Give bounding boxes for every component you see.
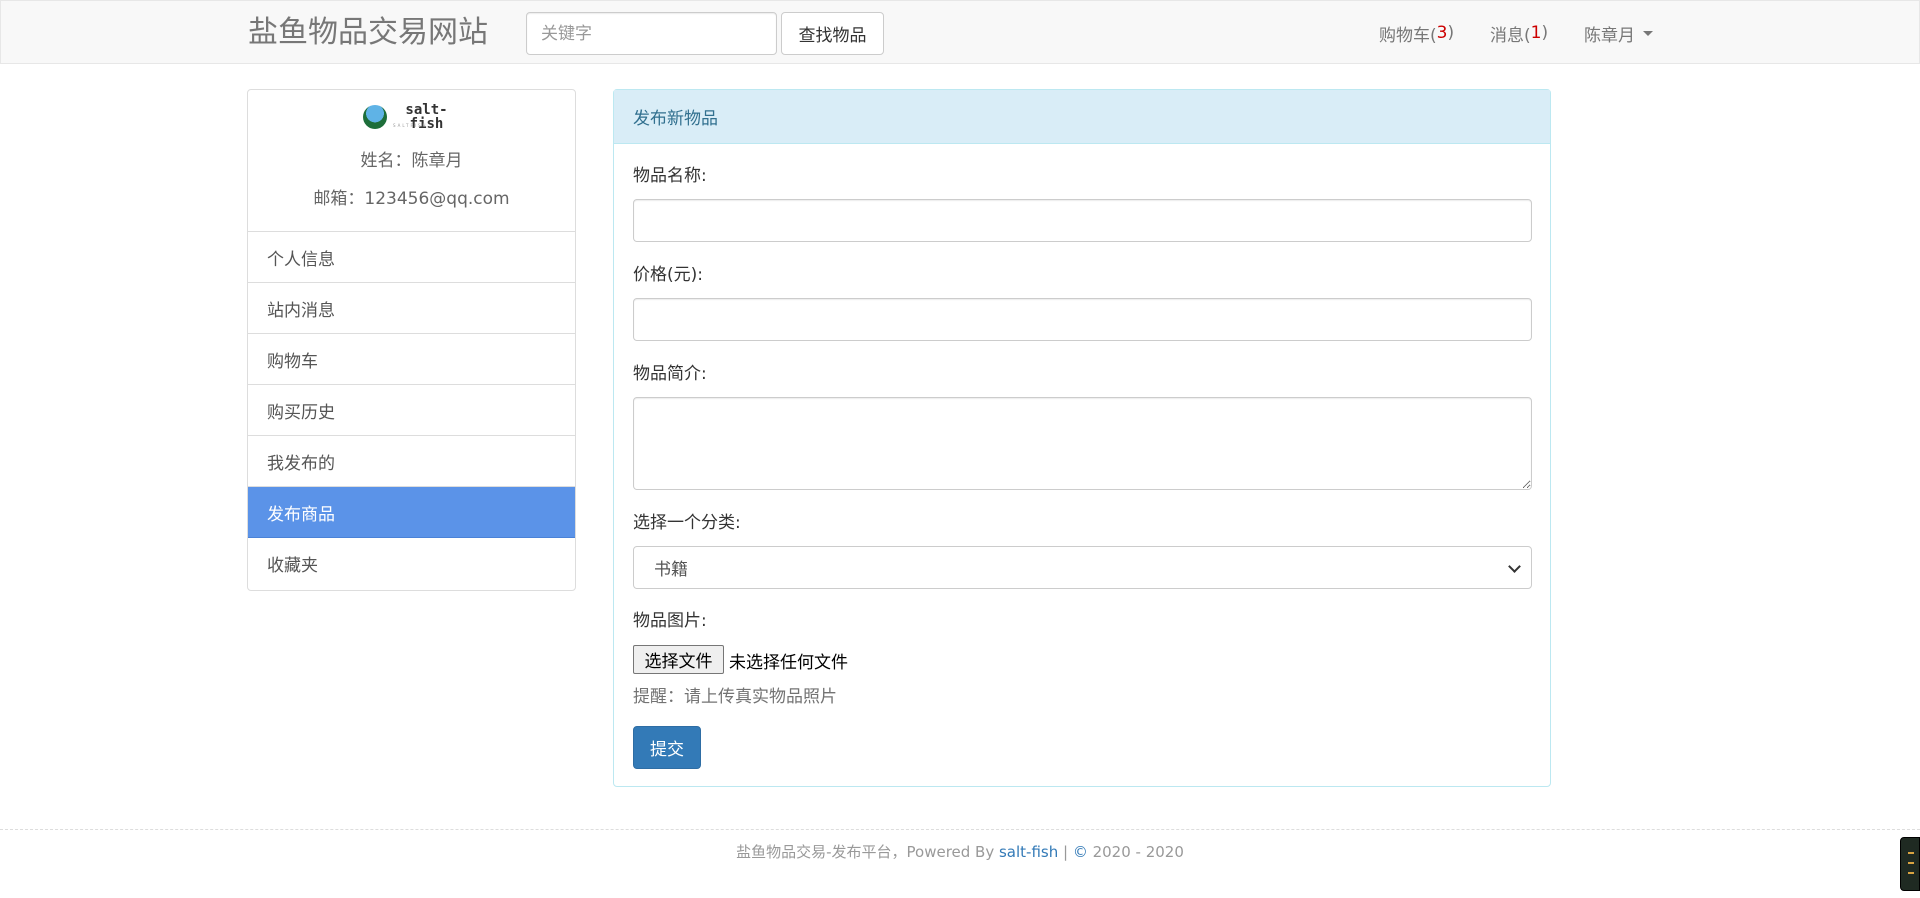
price-label: 价格(元): [633, 265, 703, 285]
footer: 盐鱼物品交易-发布平台，Powered By salt-fish | © 202… [0, 841, 1920, 862]
fish-logo-icon [363, 105, 387, 129]
footer-years: 2020 - 2020 [1087, 843, 1184, 861]
cart-label-close: ) [1447, 23, 1455, 43]
file-status-text: 未选择任何文件 [729, 653, 848, 673]
cart-label: 购物车( [1379, 25, 1437, 46]
category-label: 选择一个分类: [633, 513, 741, 533]
category-select[interactable]: 书籍 [633, 546, 1532, 589]
user-name: 陈章月 [1584, 25, 1635, 46]
footer-link[interactable]: salt-fish [999, 843, 1058, 861]
user-menu-dropdown[interactable]: 陈章月 [1584, 1, 1653, 65]
caret-down-icon [1643, 30, 1653, 36]
sidebar-item-cart[interactable]: 购物车 [248, 334, 575, 385]
top-navbar: 盐鱼物品交易网站 查找物品 购物车(3) 消息(1) 陈章月 [0, 0, 1920, 64]
footer-divider [0, 829, 1920, 830]
footer-separator: | [1058, 843, 1073, 861]
sidebar-item-publish[interactable]: 发布商品 [248, 487, 575, 538]
search-input[interactable] [526, 12, 777, 55]
cart-count-badge: 3 [1436, 23, 1448, 43]
description-label: 物品简介: [633, 364, 707, 384]
choose-file-button[interactable]: 选择文件 [633, 645, 724, 674]
price-input[interactable] [633, 298, 1532, 341]
nav-messages-link[interactable]: 消息(1) [1490, 1, 1548, 65]
salt-fish-logo: salt-fish SALTFISH [363, 103, 462, 131]
messages-label-close: ) [1541, 23, 1549, 43]
panel-heading: 发布新物品 [614, 90, 1550, 144]
sidebar-item-profile[interactable]: 个人信息 [248, 232, 575, 283]
sidebar: salt-fish SALTFISH 姓名：陈章月 邮箱：123456@qq.c… [247, 89, 576, 591]
site-brand[interactable]: 盐鱼物品交易网站 [248, 14, 488, 52]
messages-label: 消息( [1490, 25, 1531, 46]
floating-side-widget[interactable] [1900, 837, 1920, 891]
logo-subtext: SALTFISH [393, 123, 428, 128]
item-name-input[interactable] [633, 199, 1532, 242]
publish-panel: 发布新物品 物品名称: 价格(元): 物品简介: 选择一个分类: 书籍 物品图片… [613, 89, 1551, 787]
profile-email: 邮箱：123456@qq.com [313, 189, 510, 209]
sidebar-item-favorites[interactable]: 收藏夹 [248, 538, 575, 589]
submit-button[interactable]: 提交 [633, 726, 701, 769]
chevron-down-icon [1508, 560, 1521, 573]
category-selected-value: 书籍 [654, 560, 688, 580]
description-textarea[interactable] [633, 397, 1532, 490]
nav-cart-link[interactable]: 购物车(3) [1379, 1, 1454, 65]
sidebar-item-messages[interactable]: 站内消息 [248, 283, 575, 334]
sidebar-item-my-posts[interactable]: 我发布的 [248, 436, 575, 487]
upload-hint: 提醒：请上传真实物品照片 [633, 687, 837, 707]
search-button[interactable]: 查找物品 [781, 12, 884, 55]
messages-count-badge: 1 [1530, 23, 1542, 43]
item-name-label: 物品名称: [633, 166, 707, 186]
profile-card: salt-fish SALTFISH 姓名：陈章月 邮箱：123456@qq.c… [248, 90, 575, 232]
footer-text: 盐鱼物品交易-发布平台，Powered By [736, 843, 999, 861]
profile-name: 姓名：陈章月 [360, 151, 463, 171]
sidebar-item-purchase-history[interactable]: 购买历史 [248, 385, 575, 436]
image-label: 物品图片: [633, 611, 707, 631]
copyright-icon: © [1072, 843, 1088, 861]
